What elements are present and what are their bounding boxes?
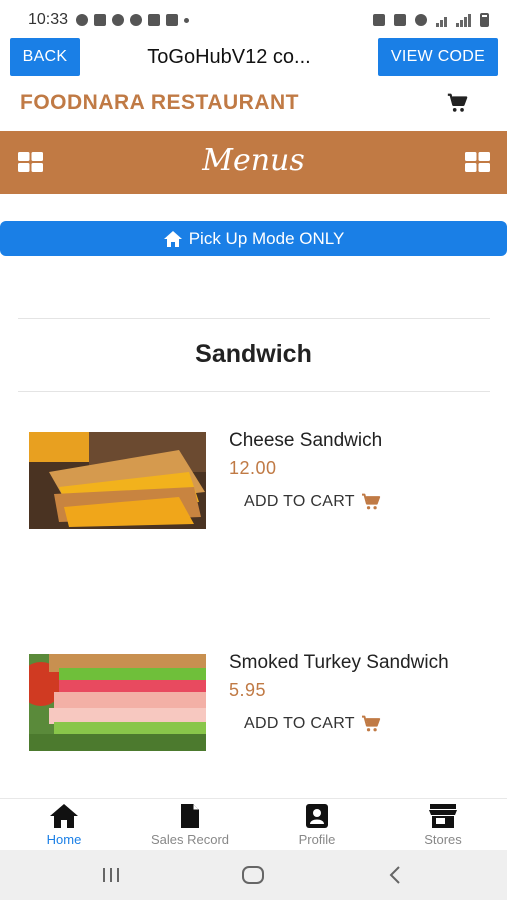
menu-title: Menus xyxy=(202,143,305,178)
file-icon xyxy=(181,804,199,828)
tab-label: Stores xyxy=(424,832,462,847)
cart-icon[interactable] xyxy=(446,92,468,114)
recent-apps-icon[interactable] xyxy=(96,862,126,888)
mute-icon xyxy=(394,14,406,26)
system-navigation-bar xyxy=(0,850,507,900)
view-code-button[interactable]: VIEW CODE xyxy=(378,38,498,76)
back-button[interactable]: BACK xyxy=(10,38,80,76)
nfc-icon xyxy=(373,14,385,26)
home-button-icon[interactable] xyxy=(238,862,268,888)
add-to-cart-button[interactable]: ADD TO CART xyxy=(244,715,381,733)
restaurant-notification-icon xyxy=(166,14,179,26)
system-status-icons xyxy=(373,13,489,27)
tab-label: Sales Record xyxy=(150,832,230,847)
cheese-sandwich-image[interactable] xyxy=(29,432,206,529)
status-time: 10:33 xyxy=(28,11,69,28)
cart-icon xyxy=(361,715,381,732)
tab-label: Home xyxy=(46,832,82,847)
hotspot-icon xyxy=(415,14,427,26)
app-header: BACK ToGoHubV12 co... VIEW CODE xyxy=(0,38,507,76)
item-name: Cheese Sandwich xyxy=(229,430,383,451)
tab-label: Profile xyxy=(298,832,336,847)
divider xyxy=(18,318,490,319)
store-notification-icon xyxy=(148,14,161,26)
add-to-cart-label: ADD TO CART xyxy=(244,493,355,510)
shield-notification-icon xyxy=(130,14,143,26)
menu-bar: Menus xyxy=(0,131,507,194)
item-price: 12.00 xyxy=(229,458,277,478)
tab-profile[interactable]: Profile xyxy=(254,799,380,851)
restaurant-name: FOODNARA RESTAURANT xyxy=(20,91,299,114)
grid-menu-icon-right[interactable] xyxy=(465,152,490,172)
profile-icon xyxy=(306,804,328,828)
section-title: Sandwich xyxy=(195,340,312,368)
back-arrow-icon[interactable] xyxy=(380,862,410,888)
home-icon xyxy=(50,804,78,828)
brand-row: FOODNARA RESTAURANT xyxy=(0,78,507,130)
pickup-mode-label: Pick Up Mode ONLY xyxy=(188,228,345,248)
notification-icons xyxy=(76,14,190,26)
cart-icon xyxy=(361,493,381,510)
store-icon xyxy=(429,804,457,828)
item-price: 5.95 xyxy=(229,680,267,700)
wifi-signal-icon xyxy=(436,14,447,27)
app-notification-icon xyxy=(94,14,107,26)
bottom-tab-bar: Home Sales Record Profile Stores xyxy=(0,798,507,850)
tab-sales-record[interactable]: Sales Record xyxy=(127,799,253,851)
smoked-turkey-sandwich-image[interactable] xyxy=(29,654,206,751)
battery-icon xyxy=(480,13,489,27)
chat-notification-icon xyxy=(76,14,89,26)
app-title: ToGoHubV12 co... xyxy=(147,45,311,68)
divider xyxy=(18,391,490,392)
cell-signal-icon xyxy=(456,13,471,27)
item-name: Smoked Turkey Sandwich xyxy=(229,652,449,673)
home-icon xyxy=(163,230,182,247)
settings-notification-icon xyxy=(112,14,125,26)
tab-home[interactable]: Home xyxy=(1,799,127,851)
pickup-mode-banner[interactable]: Pick Up Mode ONLY xyxy=(0,221,507,256)
add-to-cart-label: ADD TO CART xyxy=(244,715,355,732)
tab-stores[interactable]: Stores xyxy=(380,799,506,851)
status-bar: 10:33 xyxy=(0,0,507,40)
more-notifications-dot-icon xyxy=(184,17,190,23)
add-to-cart-button[interactable]: ADD TO CART xyxy=(244,493,381,511)
